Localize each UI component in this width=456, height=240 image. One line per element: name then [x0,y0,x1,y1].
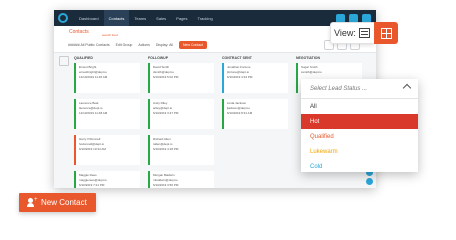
card-date: 6/10/2019 4:34 PM [227,75,253,79]
status-option-qualified[interactable]: Qualified [301,129,418,144]
card-email: ssmith@dept.io [301,70,322,74]
header-new-contact-button[interactable]: New Contact [178,41,208,49]
nav-tracking[interactable]: Tracking [193,10,218,26]
lead-status-select[interactable]: Select Lead Status ... [301,79,418,99]
status-option-hot[interactable]: Hot [301,114,418,129]
nav-contacts[interactable]: Contacts [103,10,130,26]
card-date: 12/10/2019 11:46 AM [79,75,108,79]
option-label: Lukewarm [310,148,338,155]
column-title: QUALIFIED [74,56,93,60]
status-option-all[interactable]: All [301,99,418,114]
filter-select[interactable]: ###### All Public Contacts [68,43,110,47]
card-date: 12/10/2019 11:48 AM [79,111,108,115]
contact-card[interactable]: Jonathan Fortune jfortune@dept.io 6/10/2… [222,63,288,93]
contacts-toolbar: ###### All Public Contacts Edit Group Ac… [68,41,208,49]
display-select[interactable]: Display: All [156,43,173,47]
edit-group-button[interactable]: Edit Group [116,43,133,47]
actions-button[interactable]: Actions [138,43,149,47]
card-date: 6/10/2019 10:34 AM [79,147,106,151]
contacts-header: Contacts search food ###### All Public C… [54,26,376,53]
top-nav: Dashboard Contacts Teams Sales Pages Tra… [54,10,376,26]
status-option-lukewarm[interactable]: Lukewarm [301,144,418,159]
status-option-cold[interactable]: Cold [301,159,418,174]
card-date: 6/10/2019 3:56 PM [153,183,179,187]
chevron-up-icon[interactable] [402,83,412,93]
column-title: NEGOTIATION [296,56,321,60]
card-date: 6/10/2019 4:18 PM [153,147,179,151]
option-label: Qualified [310,133,334,140]
add-user-icon: + [27,197,38,208]
card-date: 6/10/2019 5:02 PM [153,75,179,79]
option-label: Hot [310,118,320,125]
new-contact-button[interactable]: + New Contact [19,193,96,212]
contact-card[interactable]: Linda Jackson ljackson@dept.io 6/10/2019… [222,99,288,129]
card-date: 6/10/2019 3:47 PM [153,111,179,115]
column-title: CONTRACT SENT [222,56,252,60]
lead-status-dropdown[interactable]: Select Lead Status ... All Hot Qualified… [301,79,418,172]
nav-teams[interactable]: Teams [129,10,151,26]
nav-sales[interactable]: Sales [151,10,171,26]
option-label: All [310,103,317,110]
contact-card[interactable]: Richard Allen rallen@dept.io 6/10/2019 4… [148,135,214,165]
contact-card[interactable]: David Smith dsmith@dept.io 6/10/2019 5:0… [148,63,214,93]
column-title: FOLLOWUP [148,56,169,60]
contact-card[interactable]: Maggie Rees maggierees@dept.io 6/10/2019… [74,171,140,188]
contact-card[interactable]: Laurence Beal laurence@dept.io 12/10/201… [74,99,140,129]
card-date: 6/10/2019 8:31 AM [227,111,253,115]
grid-view-icon [380,27,392,39]
page-title: Contacts [69,29,89,35]
grid-view-button[interactable] [374,22,398,44]
nav-dashboard[interactable]: Dashboard [74,10,104,26]
new-contact-label: New Contact [41,198,87,207]
column-contract-sent: CONTRACT SENT Jonathan Fortune jfortune@… [222,56,288,188]
nav-pages[interactable]: Pages [171,10,192,26]
chat-icon[interactable] [366,178,373,185]
column-followup: FOLLOWUP David Smith dsmith@dept.io 6/10… [148,56,214,188]
option-label: Cold [310,163,323,170]
contact-card[interactable]: Andy Riley ariley@dept.io 6/10/2019 3:47… [148,99,214,129]
column-qualified: QUALIFIED Ernest Bright ernestbright@dep… [74,56,140,188]
select-all-checkbox[interactable] [59,56,69,66]
card-date: 6/10/2019 7:21 PM [79,183,105,187]
contact-card[interactable]: Ernest Bright ernestbright@dept.io 12/10… [74,63,140,93]
view-switcher: View: [330,22,374,44]
lead-status-placeholder: Select Lead Status ... [310,85,368,92]
contact-card[interactable]: Harry O'Donnell hodonnell@dept.io 6/10/2… [74,135,140,165]
app-logo-icon[interactable] [58,13,68,23]
contact-card[interactable]: Morgan Baldwin mbaldwin@dept.io 6/10/201… [148,171,214,188]
view-label: View: [334,28,356,38]
list-view-icon[interactable] [358,28,370,38]
page-subtitle: search food [102,33,118,37]
